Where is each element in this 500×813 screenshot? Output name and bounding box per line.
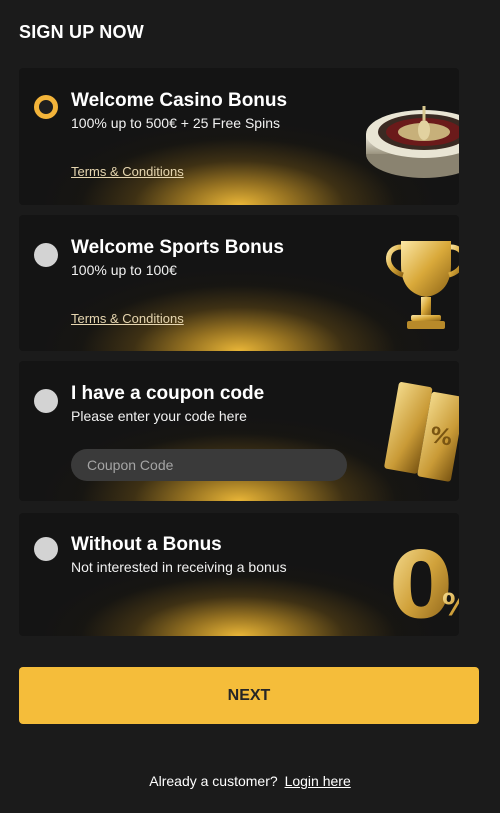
option-title: I have a coupon code <box>71 383 265 404</box>
option-subtitle: 100% up to 500€ + 25 Free Spins <box>71 115 280 131</box>
login-link[interactable]: Login here <box>285 773 351 789</box>
bonus-option-casino[interactable]: Welcome Casino Bonus 100% up to 500€ + 2… <box>19 68 459 205</box>
coupon-code-input[interactable] <box>71 449 347 481</box>
footer: Already a customer? Login here <box>0 773 500 789</box>
radio-no-bonus[interactable] <box>34 537 58 561</box>
next-button[interactable]: NEXT <box>19 667 479 724</box>
bonus-option-coupon[interactable]: I have a coupon code Please enter your c… <box>19 361 459 501</box>
radio-coupon[interactable] <box>34 389 58 413</box>
option-title: Welcome Sports Bonus <box>71 237 284 258</box>
option-title: Welcome Casino Bonus <box>71 90 288 111</box>
bonus-option-none[interactable]: Without a Bonus Not interested in receiv… <box>19 513 459 636</box>
terms-link[interactable]: Terms & Conditions <box>71 164 184 179</box>
coupon-tickets-icon: % <box>384 382 459 482</box>
option-subtitle: Please enter your code here <box>71 408 247 424</box>
zero-percent-icon: 0 % <box>389 532 459 627</box>
svg-text:%: % <box>428 423 454 451</box>
already-customer-text: Already a customer? <box>149 773 278 789</box>
bonus-option-sports[interactable]: Welcome Sports Bonus 100% up to 100€ Ter… <box>19 215 459 351</box>
option-title: Without a Bonus <box>71 534 222 555</box>
option-subtitle: 100% up to 100€ <box>71 262 177 278</box>
trophy-icon <box>386 241 459 329</box>
percent-sign: % <box>442 588 459 623</box>
roulette-icon <box>366 106 459 178</box>
page-title: SIGN UP NOW <box>19 22 144 42</box>
radio-casino-bonus[interactable] <box>34 95 58 119</box>
terms-link[interactable]: Terms & Conditions <box>71 311 184 326</box>
option-subtitle: Not interested in receiving a bonus <box>71 559 287 575</box>
radio-sports-bonus[interactable] <box>34 243 58 267</box>
